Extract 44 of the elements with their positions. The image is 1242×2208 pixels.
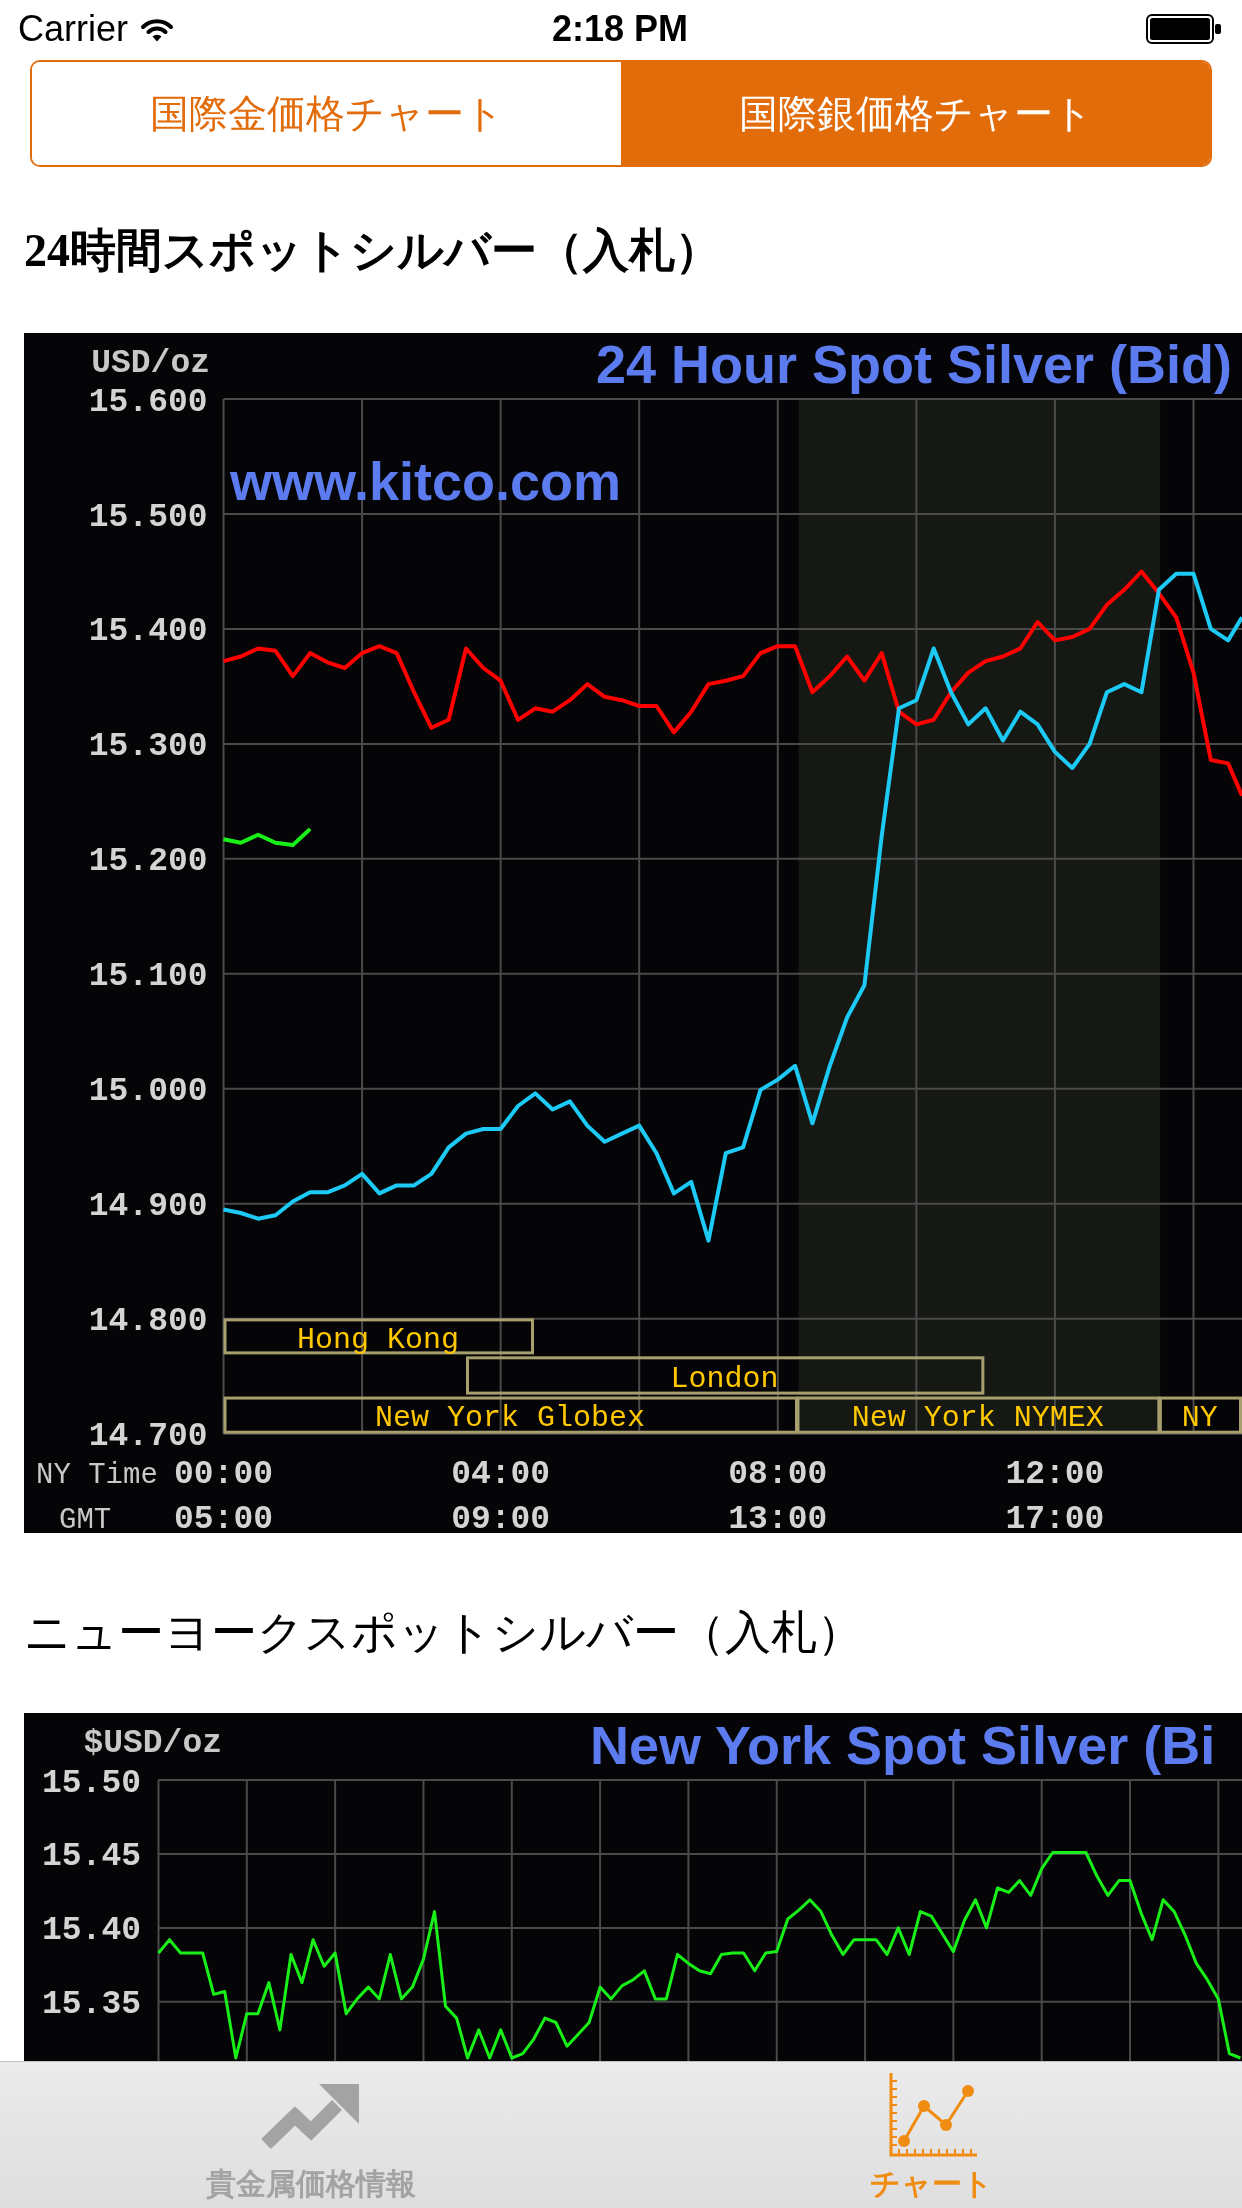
gmt-tick-label: 05:00	[174, 1501, 273, 1533]
y-axis-tick-label: 15.40	[41, 1912, 141, 1950]
gmt-tick-label: 09:00	[451, 1501, 551, 1533]
y-axis-tick-label: 15.600	[88, 383, 208, 421]
y-axis-tick-label: 15.300	[88, 728, 208, 766]
x-axis-tick-label: 12:00	[1005, 1456, 1105, 1493]
gmt-axis-title: GMT	[59, 1504, 112, 1533]
website-label: www.kitco.com	[230, 451, 622, 511]
x-axis-title: NY Time	[36, 1459, 158, 1492]
y-axis-tick-label: 15.35	[41, 1986, 141, 2024]
y-axis-tick-label: 15.45	[41, 1838, 141, 1876]
y-axis-tick-label: 15.200	[88, 843, 208, 881]
y-axis-tick-label: 15.400	[88, 613, 208, 651]
carrier-name: Carrier	[18, 8, 128, 50]
chart-title: New York Spot Silver (Bi	[590, 1715, 1216, 1775]
y-axis-tick-label: 14.800	[88, 1303, 208, 1341]
x-axis-tick-label: 04:00	[451, 1456, 551, 1493]
y-axis-tick-label: 14.900	[88, 1188, 208, 1226]
y-axis-unit-label: USD/oz	[91, 344, 210, 382]
y-axis-tick-label: 15.000	[88, 1073, 208, 1111]
tab-bar-item[interactable]: チャート	[621, 2066, 1242, 2208]
session-bar: New York Globex	[223, 1396, 798, 1436]
x-axis-tick-label: 08:00	[728, 1456, 828, 1493]
y-axis-tick-label: 14.700	[88, 1418, 208, 1456]
y-axis-tick-label: 15.50	[41, 1764, 141, 1802]
chart-title: 24 Hour Spot Silver (Bid)	[595, 334, 1232, 394]
section-heading: 24時間スポットシルバー（入札）	[24, 224, 721, 278]
segment-tab[interactable]: 国際銀価格チャート	[621, 62, 1210, 165]
gmt-tick-label: 17:00	[1005, 1501, 1105, 1533]
gmt-tick-label: 13:00	[728, 1501, 828, 1533]
y-axis-unit-label: $USD/oz	[83, 1724, 222, 1762]
wifi-icon	[140, 16, 174, 42]
trending-up-arrow-icon	[261, 2082, 360, 2150]
y-axis-tick-label: 15.500	[88, 498, 208, 536]
session-bar: New York NYMEX	[796, 1396, 1161, 1436]
y-axis-tick-label: 15.100	[88, 958, 208, 996]
battery-icon	[1146, 14, 1222, 44]
session-bar: Hong Kong	[223, 1318, 534, 1357]
section-heading: ニューヨークスポットシルバー（入札）	[24, 1604, 863, 1661]
clock-time: 2:18 PM	[551, 8, 689, 50]
tab-bar-item[interactable]: 貴金属価格情報	[0, 2066, 621, 2208]
session-bar: NY	[1158, 1396, 1242, 1436]
session-bar: London	[466, 1356, 985, 1396]
x-axis-tick-label: 00:00	[174, 1456, 273, 1493]
